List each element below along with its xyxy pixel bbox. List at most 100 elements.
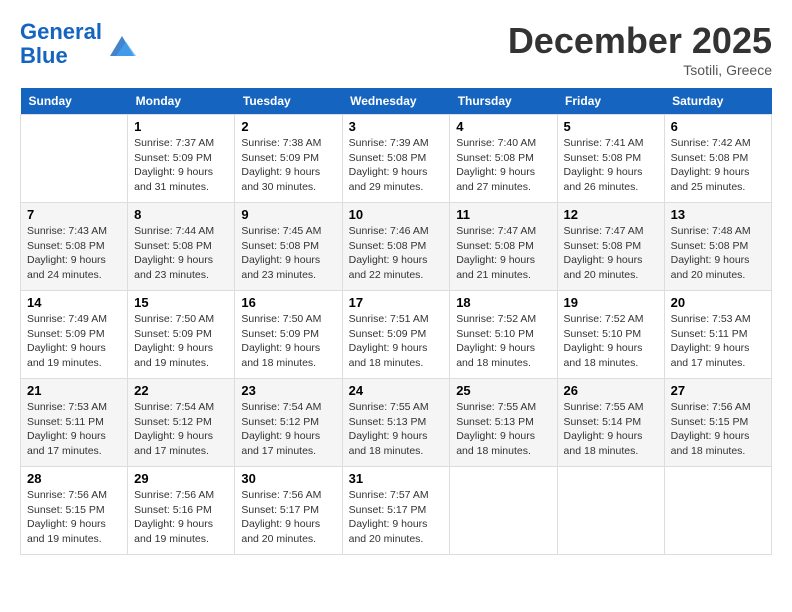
sunset: Sunset: 5:08 PM	[27, 240, 105, 252]
daylight: Daylight: 9 hours and 30 minutes.	[241, 166, 320, 193]
day-number: 27	[671, 383, 765, 398]
calendar-week-2: 7 Sunrise: 7:43 AM Sunset: 5:08 PM Dayli…	[21, 203, 772, 291]
sunrise: Sunrise: 7:48 AM	[671, 225, 751, 237]
daylight: Daylight: 9 hours and 21 minutes.	[456, 254, 535, 281]
calendar-cell: 6 Sunrise: 7:42 AM Sunset: 5:08 PM Dayli…	[664, 115, 771, 203]
day-number: 1	[134, 119, 228, 134]
calendar-cell: 4 Sunrise: 7:40 AM Sunset: 5:08 PM Dayli…	[450, 115, 557, 203]
daylight: Daylight: 9 hours and 23 minutes.	[241, 254, 320, 281]
calendar-cell: 11 Sunrise: 7:47 AM Sunset: 5:08 PM Dayl…	[450, 203, 557, 291]
page-header: General Blue December 2025 Tsotili, Gree…	[20, 20, 772, 78]
day-info: Sunrise: 7:49 AM Sunset: 5:09 PM Dayligh…	[27, 312, 121, 371]
calendar-week-4: 21 Sunrise: 7:53 AM Sunset: 5:11 PM Dayl…	[21, 379, 772, 467]
day-number: 31	[349, 471, 444, 486]
daylight: Daylight: 9 hours and 17 minutes.	[671, 342, 750, 369]
calendar-cell	[21, 115, 128, 203]
day-number: 5	[564, 119, 658, 134]
location: Tsotili, Greece	[508, 62, 772, 78]
sunset: Sunset: 5:09 PM	[349, 328, 427, 340]
sunset: Sunset: 5:08 PM	[564, 152, 642, 164]
sunset: Sunset: 5:13 PM	[456, 416, 534, 428]
sunset: Sunset: 5:11 PM	[671, 328, 748, 340]
day-info: Sunrise: 7:47 AM Sunset: 5:08 PM Dayligh…	[564, 224, 658, 283]
daylight: Daylight: 9 hours and 18 minutes.	[349, 430, 428, 457]
sunrise: Sunrise: 7:39 AM	[349, 137, 429, 149]
sunrise: Sunrise: 7:53 AM	[671, 313, 751, 325]
day-info: Sunrise: 7:40 AM Sunset: 5:08 PM Dayligh…	[456, 136, 550, 195]
sunrise: Sunrise: 7:50 AM	[134, 313, 214, 325]
daylight: Daylight: 9 hours and 18 minutes.	[564, 342, 643, 369]
calendar-cell: 19 Sunrise: 7:52 AM Sunset: 5:10 PM Dayl…	[557, 291, 664, 379]
day-number: 10	[349, 207, 444, 222]
day-number: 4	[456, 119, 550, 134]
sunset: Sunset: 5:10 PM	[456, 328, 534, 340]
day-info: Sunrise: 7:42 AM Sunset: 5:08 PM Dayligh…	[671, 136, 765, 195]
day-info: Sunrise: 7:54 AM Sunset: 5:12 PM Dayligh…	[134, 400, 228, 459]
day-number: 22	[134, 383, 228, 398]
sunrise: Sunrise: 7:55 AM	[564, 401, 644, 413]
day-info: Sunrise: 7:41 AM Sunset: 5:08 PM Dayligh…	[564, 136, 658, 195]
day-info: Sunrise: 7:56 AM Sunset: 5:15 PM Dayligh…	[27, 488, 121, 547]
calendar-cell: 30 Sunrise: 7:56 AM Sunset: 5:17 PM Dayl…	[235, 467, 342, 555]
sunrise: Sunrise: 7:49 AM	[27, 313, 107, 325]
weekday-header-thursday: Thursday	[450, 88, 557, 115]
daylight: Daylight: 9 hours and 20 minutes.	[349, 518, 428, 545]
day-info: Sunrise: 7:39 AM Sunset: 5:08 PM Dayligh…	[349, 136, 444, 195]
calendar-week-5: 28 Sunrise: 7:56 AM Sunset: 5:15 PM Dayl…	[21, 467, 772, 555]
weekday-header-friday: Friday	[557, 88, 664, 115]
weekday-header-sunday: Sunday	[21, 88, 128, 115]
day-number: 11	[456, 207, 550, 222]
day-number: 8	[134, 207, 228, 222]
day-info: Sunrise: 7:38 AM Sunset: 5:09 PM Dayligh…	[241, 136, 335, 195]
sunrise: Sunrise: 7:55 AM	[349, 401, 429, 413]
calendar-cell: 24 Sunrise: 7:55 AM Sunset: 5:13 PM Dayl…	[342, 379, 450, 467]
sunset: Sunset: 5:16 PM	[134, 504, 212, 516]
sunset: Sunset: 5:09 PM	[27, 328, 105, 340]
calendar-cell	[557, 467, 664, 555]
sunrise: Sunrise: 7:45 AM	[241, 225, 321, 237]
calendar-cell: 20 Sunrise: 7:53 AM Sunset: 5:11 PM Dayl…	[664, 291, 771, 379]
sunset: Sunset: 5:11 PM	[27, 416, 104, 428]
calendar-cell: 13 Sunrise: 7:48 AM Sunset: 5:08 PM Dayl…	[664, 203, 771, 291]
day-info: Sunrise: 7:53 AM Sunset: 5:11 PM Dayligh…	[27, 400, 121, 459]
sunset: Sunset: 5:15 PM	[27, 504, 105, 516]
day-info: Sunrise: 7:47 AM Sunset: 5:08 PM Dayligh…	[456, 224, 550, 283]
day-info: Sunrise: 7:44 AM Sunset: 5:08 PM Dayligh…	[134, 224, 228, 283]
day-number: 29	[134, 471, 228, 486]
sunset: Sunset: 5:15 PM	[671, 416, 749, 428]
day-number: 13	[671, 207, 765, 222]
calendar-cell: 5 Sunrise: 7:41 AM Sunset: 5:08 PM Dayli…	[557, 115, 664, 203]
month-title: December 2025	[508, 20, 772, 62]
sunset: Sunset: 5:12 PM	[241, 416, 319, 428]
sunrise: Sunrise: 7:37 AM	[134, 137, 214, 149]
sunset: Sunset: 5:09 PM	[134, 328, 212, 340]
day-info: Sunrise: 7:53 AM Sunset: 5:11 PM Dayligh…	[671, 312, 765, 371]
weekday-header-saturday: Saturday	[664, 88, 771, 115]
weekday-header-row: SundayMondayTuesdayWednesdayThursdayFrid…	[21, 88, 772, 115]
calendar-cell: 2 Sunrise: 7:38 AM Sunset: 5:09 PM Dayli…	[235, 115, 342, 203]
day-info: Sunrise: 7:54 AM Sunset: 5:12 PM Dayligh…	[241, 400, 335, 459]
daylight: Daylight: 9 hours and 29 minutes.	[349, 166, 428, 193]
sunrise: Sunrise: 7:52 AM	[456, 313, 536, 325]
day-number: 2	[241, 119, 335, 134]
daylight: Daylight: 9 hours and 18 minutes.	[671, 430, 750, 457]
sunset: Sunset: 5:08 PM	[456, 152, 534, 164]
sunrise: Sunrise: 7:41 AM	[564, 137, 644, 149]
calendar-cell: 9 Sunrise: 7:45 AM Sunset: 5:08 PM Dayli…	[235, 203, 342, 291]
day-number: 23	[241, 383, 335, 398]
sunset: Sunset: 5:08 PM	[241, 240, 319, 252]
logo: General Blue	[20, 20, 138, 68]
day-info: Sunrise: 7:50 AM Sunset: 5:09 PM Dayligh…	[134, 312, 228, 371]
day-info: Sunrise: 7:43 AM Sunset: 5:08 PM Dayligh…	[27, 224, 121, 283]
day-number: 16	[241, 295, 335, 310]
calendar-body: 1 Sunrise: 7:37 AM Sunset: 5:09 PM Dayli…	[21, 115, 772, 555]
sunset: Sunset: 5:17 PM	[349, 504, 427, 516]
weekday-header-tuesday: Tuesday	[235, 88, 342, 115]
sunset: Sunset: 5:09 PM	[241, 328, 319, 340]
day-number: 25	[456, 383, 550, 398]
sunset: Sunset: 5:14 PM	[564, 416, 642, 428]
calendar-cell: 23 Sunrise: 7:54 AM Sunset: 5:12 PM Dayl…	[235, 379, 342, 467]
calendar-cell: 7 Sunrise: 7:43 AM Sunset: 5:08 PM Dayli…	[21, 203, 128, 291]
calendar-cell: 17 Sunrise: 7:51 AM Sunset: 5:09 PM Dayl…	[342, 291, 450, 379]
sunset: Sunset: 5:08 PM	[564, 240, 642, 252]
